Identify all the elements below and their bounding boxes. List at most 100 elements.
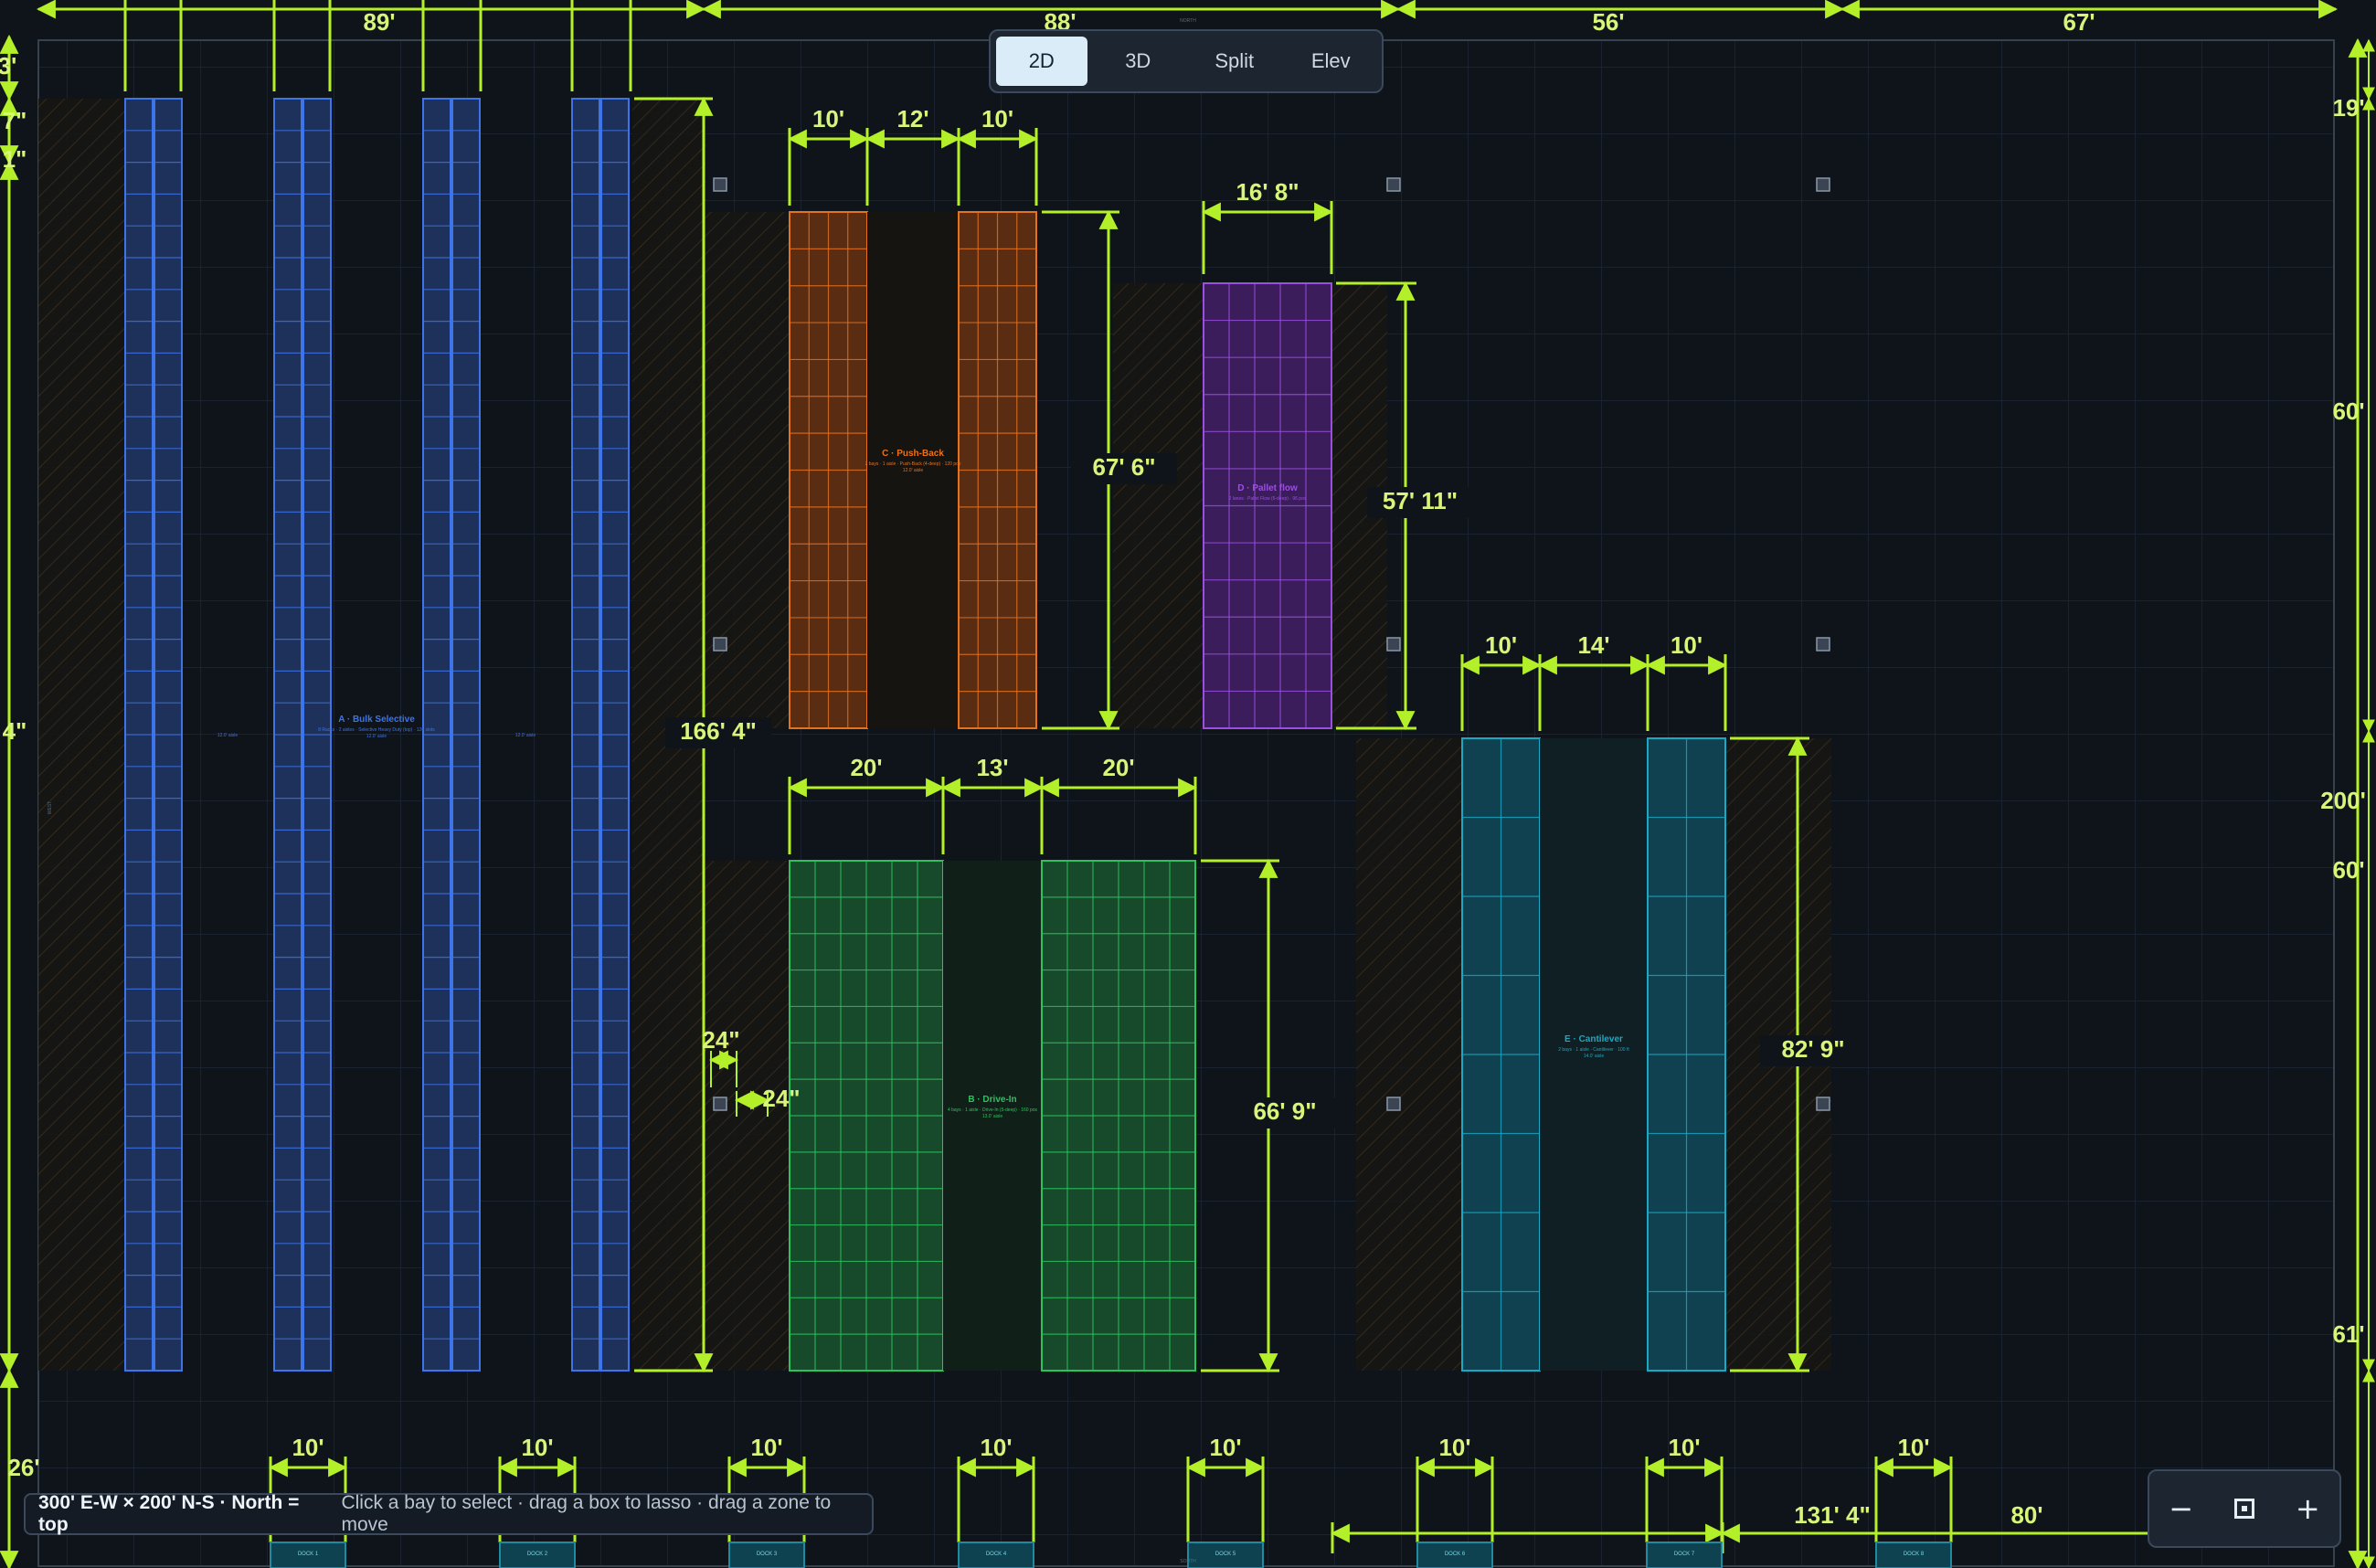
zoom-controls: − + [2148,1469,2341,1548]
fit-view-icon [2233,1499,2254,1519]
dim-top-3: 56' [1395,0,1845,36]
zone-d-label: D · Pallet flow [1237,483,1298,493]
zone-e-aisle-width: 14.0' aisle [1584,1054,1605,1059]
zone-a-aisle-width: 12.0' aisle [366,734,387,739]
column-marker-2 [713,637,727,652]
column-marker-7 [1816,177,1830,192]
zone-c-summary: 2 bays · 1 aisle · Push-Back (4-deep) · … [865,461,961,467]
zone-b-summary: 4 bays · 1 aisle · Drive-In (5-deep) · 1… [948,1107,1038,1113]
svg-text:131' 4": 131' 4" [1794,1501,1871,1529]
svg-text:24": 24" [762,1085,800,1112]
dim-left-1: 3' [0,52,16,79]
dim-right-4: 60' [2332,856,2364,884]
dock-door-7[interactable]: DOCK 7 [1646,1542,1723,1568]
column-marker-4 [1386,177,1401,192]
zone-c-aisle-width: 12.0' aisle [903,468,924,473]
svg-text:80': 80' [2010,1501,2042,1529]
dock-door-5[interactable]: DOCK 5 [1187,1542,1264,1568]
dim-right-2: 60' [2332,397,2364,425]
zone-a-rack-2[interactable] [154,98,183,1372]
dim-left-4: 4" [3,717,27,745]
svg-text:24": 24" [702,1026,739,1054]
zone-d-summary: 2 lanes · Pallet Flow (6-deep) · 96 pos [1229,496,1307,502]
view-mode-toggle: 2D 3D Split Elev [989,29,1384,93]
zone-a-rack-3[interactable] [273,98,302,1372]
zone-a-setback [38,99,125,1371]
svg-text:10': 10' [1668,1434,1700,1461]
svg-text:166' 4": 166' 4" [680,717,757,745]
status-bar: 300' E-W × 200' N-S · North = top Click … [24,1492,874,1535]
column-marker-6 [1386,1097,1401,1111]
view-split-button[interactable]: Split [1189,37,1280,86]
zone-a-rack-5[interactable] [422,98,451,1372]
zone-b-label: B · Drive-In [968,1095,1016,1105]
svg-text:12': 12' [896,105,928,132]
zone-c-bay-2[interactable] [958,211,1037,729]
svg-text:67' 6": 67' 6" [1092,453,1155,481]
building-dimensions: 300' E-W × 200' N-S · North = top [38,1492,300,1535]
svg-text:66' 9": 66' 9" [1253,1097,1316,1125]
north-wall-label: NORTH [1180,18,1196,24]
dock-door-8[interactable]: DOCK 8 [1875,1542,1952,1568]
zone-c-bay-1[interactable] [789,211,868,729]
dock-door-3[interactable]: DOCK 3 [728,1542,805,1568]
zone-a-rack-6[interactable] [451,98,481,1372]
svg-text:DOCK 4: DOCK 4 [986,1552,1007,1557]
svg-text:DOCK 8: DOCK 8 [1904,1552,1925,1557]
view-2d-button[interactable]: 2D [996,37,1087,86]
svg-text:DOCK 6: DOCK 6 [1445,1552,1466,1557]
west-wall-label: WEST [48,801,53,814]
zoom-out-button[interactable]: − [2156,1483,2207,1534]
svg-text:20': 20' [850,754,882,781]
svg-text:DOCK 3: DOCK 3 [757,1552,778,1557]
svg-text:57' 11": 57' 11" [1383,487,1458,514]
svg-text:10': 10' [980,1434,1012,1461]
zone-a-aisle-1-label: 12.0' aisle [217,733,239,738]
svg-text:10': 10' [1671,631,1702,659]
svg-text:10': 10' [521,1434,553,1461]
column-marker-9 [1816,1097,1830,1111]
svg-text:13': 13' [976,754,1008,781]
zone-a-summary: 8 Racks · 2 aisles · Selective Heavy Dut… [318,727,435,733]
column-marker-8 [1816,637,1830,652]
fit-to-view-button[interactable] [2219,1483,2270,1534]
svg-text:10': 10' [292,1434,324,1461]
svg-text:10': 10' [750,1434,782,1461]
dim-right-3: 200' [2320,787,2366,814]
column-marker-5 [1386,637,1401,652]
zone-a-rack-1[interactable] [124,98,154,1372]
zone-e-label: E · Cantilever [1565,1034,1623,1044]
zone-a-rack-7[interactable] [571,98,600,1372]
svg-text:10': 10' [1897,1434,1929,1461]
svg-text:10': 10' [981,105,1013,132]
floor-plan-canvas[interactable]: A · Bulk Selective 8 Racks · 2 aisles · S… [0,0,2376,1568]
svg-text:89': 89' [363,8,395,36]
dim-left-5: 26' [7,1454,39,1481]
column-marker-1 [713,177,727,192]
dock-door-4[interactable]: DOCK 4 [958,1542,1034,1568]
south-wall-label: SOUTH [1180,1559,1196,1564]
dim-top-1: 89' [36,0,706,36]
dock-door-1[interactable]: DOCK 1 [270,1542,346,1568]
zone-a-rack-8[interactable] [600,98,630,1372]
dim-top-4: 67' [1840,0,2339,36]
view-elevation-button[interactable]: Elev [1286,37,1377,86]
svg-text:DOCK 5: DOCK 5 [1215,1552,1236,1557]
zone-e-bay-1[interactable] [1461,737,1541,1372]
dock-door-2[interactable]: DOCK 2 [499,1542,576,1568]
svg-text:82' 9": 82' 9" [1781,1035,1844,1063]
svg-text:56': 56' [1592,8,1624,36]
zone-e-bay-2[interactable] [1647,737,1726,1372]
zone-b-bay-1[interactable] [789,860,944,1372]
dim-left-2: 7" [3,107,27,134]
dock-door-6[interactable]: DOCK 6 [1416,1542,1493,1568]
svg-text:10': 10' [1485,631,1517,659]
zone-b-bay-2[interactable] [1041,860,1196,1372]
view-3d-button[interactable]: 3D [1093,37,1184,86]
zone-d-flow-lanes[interactable] [1203,282,1332,729]
zone-a-rack-4[interactable] [302,98,332,1372]
svg-text:10': 10' [1438,1434,1470,1461]
interaction-hint: Click a bay to select · drag a box to la… [341,1492,832,1535]
zoom-in-button[interactable]: + [2282,1483,2333,1534]
zone-b-aisle-width: 13.0' aisle [982,1114,1003,1119]
